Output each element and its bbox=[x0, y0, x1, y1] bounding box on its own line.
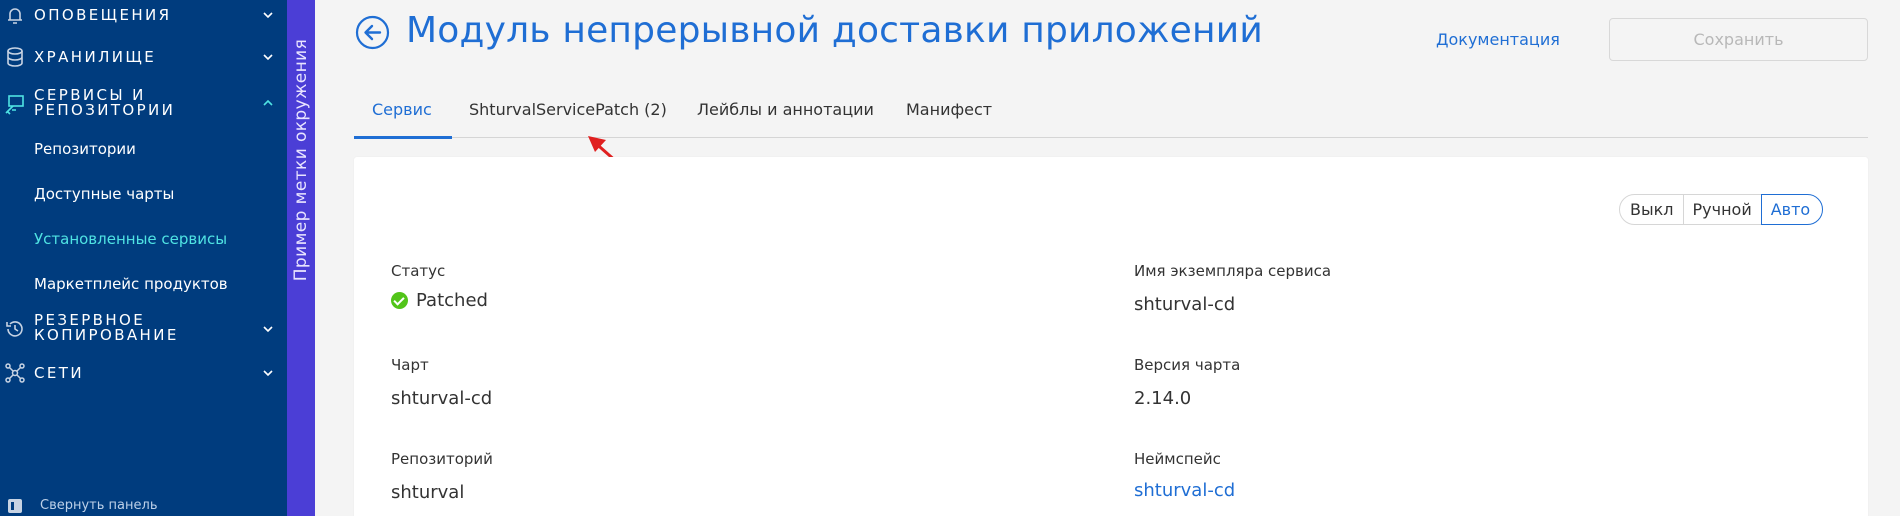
sidebar-section-backup[interactable]: РЕЗЕРВНОЕ КОПИРОВАНИЕ bbox=[0, 313, 287, 345]
sidebar-item-available-charts[interactable]: Доступные чарты bbox=[34, 185, 174, 203]
sidebar-item-marketplace[interactable]: Маркетплейс продуктов bbox=[34, 275, 228, 293]
mode-switch: Выкл Ручной Авто bbox=[1619, 194, 1824, 225]
tab-labels-annotations[interactable]: Лейблы и аннотации bbox=[697, 100, 874, 119]
check-circle-icon bbox=[391, 292, 408, 309]
save-button[interactable]: Сохранить bbox=[1609, 18, 1868, 61]
mode-option-off[interactable]: Выкл bbox=[1619, 194, 1684, 225]
sidebar-section-label: ОПОВЕЩЕНИЯ bbox=[34, 6, 172, 24]
chevron-down-icon bbox=[263, 54, 273, 61]
collapse-panel-label: Свернуть панель bbox=[40, 498, 158, 513]
namespace-label: Неймспейс bbox=[1134, 450, 1221, 468]
repository-value: shturval bbox=[391, 482, 465, 503]
chart-version-label: Версия чарта bbox=[1134, 356, 1241, 374]
tab-shturval-service-patch[interactable]: ShturvalServicePatch (2) bbox=[469, 100, 667, 119]
network-icon bbox=[5, 363, 25, 383]
sidebar: ОПОВЕЩЕНИЯ ХРАНИЛИЩЕ СЕРВИСЫ И РЕПОЗИТОР… bbox=[0, 0, 287, 516]
environment-label-strip: Пример метки окружения bbox=[287, 0, 315, 516]
sidebar-section-services[interactable]: СЕРВИСЫ И РЕПОЗИТОРИИ bbox=[0, 88, 287, 120]
sidebar-section-label-line2: КОПИРОВАНИЕ bbox=[34, 326, 179, 344]
chevron-down-icon bbox=[263, 12, 273, 19]
active-tab-indicator bbox=[354, 136, 452, 139]
status-value: Patched bbox=[416, 290, 488, 311]
sidebar-section-storage[interactable]: ХРАНИЛИЩЕ bbox=[0, 46, 287, 68]
chart-label: Чарт bbox=[391, 356, 429, 374]
chevron-down-icon bbox=[263, 370, 273, 377]
sidebar-section-label: СЕТИ bbox=[34, 364, 84, 382]
namespace-link[interactable]: shturval-cd bbox=[1134, 480, 1235, 501]
status-label: Статус bbox=[391, 262, 446, 280]
status-badge: Patched bbox=[391, 290, 488, 311]
sidebar-section-notifications[interactable]: ОПОВЕЩЕНИЯ bbox=[0, 4, 287, 26]
bell-icon bbox=[8, 8, 22, 24]
chevron-up-icon bbox=[263, 99, 273, 106]
sidebar-item-repositories[interactable]: Репозитории bbox=[34, 140, 136, 158]
sidebar-section-networks[interactable]: СЕТИ bbox=[0, 362, 287, 384]
chart-version-value: 2.14.0 bbox=[1134, 388, 1192, 409]
page-title: Модуль непрерывной доставки приложений bbox=[406, 10, 1263, 51]
chart-value: shturval-cd bbox=[391, 388, 493, 409]
instance-name-value: shturval-cd bbox=[1134, 294, 1236, 315]
database-icon bbox=[7, 47, 23, 67]
sidebar-section-label: ХРАНИЛИЩЕ bbox=[34, 48, 157, 66]
collapse-panel-icon bbox=[8, 499, 22, 513]
tab-service[interactable]: Сервис bbox=[372, 100, 432, 119]
sidebar-section-label-line2: РЕПОЗИТОРИИ bbox=[34, 101, 176, 119]
backup-icon bbox=[6, 321, 23, 337]
services-icon bbox=[5, 95, 24, 115]
collapse-panel-button[interactable]: Свернуть панель bbox=[0, 496, 287, 516]
back-arrow-icon[interactable] bbox=[355, 15, 390, 50]
mode-option-manual[interactable]: Ручной bbox=[1682, 194, 1762, 225]
instance-name-label: Имя экземпляра сервиса bbox=[1134, 262, 1332, 280]
tab-manifest[interactable]: Манифест bbox=[906, 100, 992, 119]
chevron-down-icon bbox=[263, 326, 273, 333]
sidebar-item-installed-services[interactable]: Установленные сервисы bbox=[34, 230, 227, 248]
repository-label: Репозиторий bbox=[391, 450, 493, 468]
documentation-link[interactable]: Документация bbox=[1436, 30, 1560, 49]
environment-label: Пример метки окружения bbox=[291, 38, 311, 282]
mode-option-auto[interactable]: Авто bbox=[1760, 194, 1824, 225]
